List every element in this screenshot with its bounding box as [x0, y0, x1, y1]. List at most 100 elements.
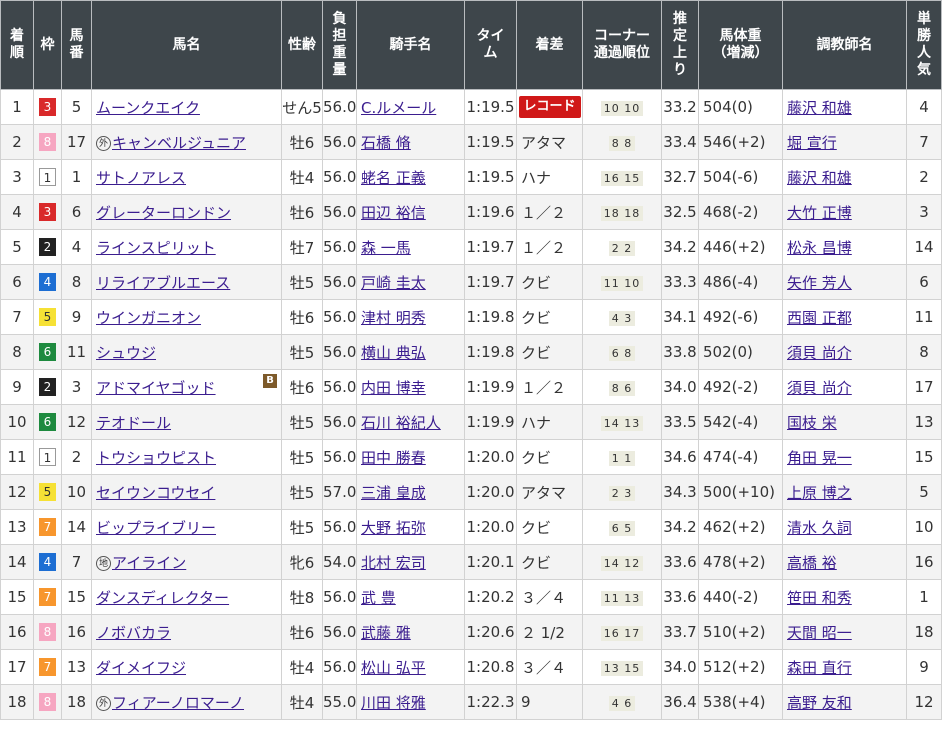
jockey-link[interactable]: 武 豊 — [361, 589, 396, 607]
trainer-link[interactable]: 藤沢 和雄 — [787, 169, 852, 187]
horse-name-link[interactable]: ウインガニオン — [96, 309, 201, 327]
jockey-link[interactable]: 松山 弘平 — [361, 659, 426, 677]
waku-badge: 3 — [39, 203, 56, 222]
corner-cell: 6 8 — [582, 334, 662, 370]
jockey-link[interactable]: 石川 裕紀人 — [361, 414, 441, 432]
margin-cell: アタマ — [516, 474, 583, 510]
finish-position: 5 — [0, 229, 34, 265]
waku-badge: 3 — [39, 98, 56, 117]
waku-badge: 7 — [39, 518, 56, 537]
horse-number: 9 — [61, 299, 92, 335]
weight-carried-text: 56.0 — [323, 588, 357, 606]
jockey-link[interactable]: 津村 明秀 — [361, 309, 426, 327]
horse-name-link[interactable]: アイライン — [112, 554, 186, 572]
trainer-cell: 天間 昭一 — [782, 614, 907, 650]
horse-name-link[interactable]: トウショウピスト — [96, 449, 216, 467]
trainer-link[interactable]: 松永 昌博 — [787, 239, 852, 257]
jockey-link[interactable]: 北村 宏司 — [361, 554, 426, 572]
jockey-link[interactable]: 田中 勝春 — [361, 449, 426, 467]
jockey-link[interactable]: 川田 将雅 — [361, 694, 426, 712]
horse-name-cell: グレーターロンドン — [91, 194, 282, 230]
trainer-link[interactable]: 笹田 和秀 — [787, 589, 852, 607]
jockey-link[interactable]: C.ルメール — [361, 99, 436, 117]
horse-name-link[interactable]: グレーターロンドン — [96, 204, 231, 222]
trainer-link[interactable]: 角田 晃一 — [787, 449, 852, 467]
horse-number: 8 — [61, 264, 92, 300]
body-weight-text: 504(-6) — [703, 168, 759, 186]
horse-name-link[interactable]: ダイメイフジ — [96, 659, 186, 677]
popularity-text: 8 — [919, 343, 929, 361]
horse-number: 11 — [61, 334, 92, 370]
body-weight-text: 546(+2) — [703, 133, 766, 151]
horse-name-link[interactable]: ビップライブリー — [96, 519, 216, 537]
jockey-link[interactable]: 横山 典弘 — [361, 344, 426, 362]
corner-cell: 1 1 — [582, 439, 662, 475]
table-row: 15 7 15 ダンスディレクター 牡8 56.0 武 豊 1:20.2 ３／４ 11 13 33.… — [0, 579, 942, 615]
jockey-cell: 三浦 皇成 — [356, 474, 465, 510]
trainer-link[interactable]: 矢作 芳人 — [787, 274, 852, 292]
waku-badge: 8 — [39, 623, 56, 642]
last-3f: 33.4 — [661, 124, 699, 160]
horse-name-link[interactable]: ダンスディレクター — [96, 589, 229, 607]
trainer-link[interactable]: 森田 直行 — [787, 659, 852, 677]
jockey-link[interactable]: 石橋 脩 — [361, 134, 411, 152]
horse-name-link[interactable]: リライアブルエース — [96, 274, 230, 292]
horse-name-link[interactable]: ノボバカラ — [96, 624, 171, 642]
horse-name-link[interactable]: シュウジ — [96, 344, 156, 362]
weight-carried: 56.0 — [322, 89, 357, 125]
popularity: 5 — [906, 474, 942, 510]
horse-name-link[interactable]: フィアーノロマーノ — [112, 694, 244, 712]
trainer-link[interactable]: 国枝 栄 — [787, 414, 837, 432]
finish-position: 12 — [0, 474, 34, 510]
trainer-link[interactable]: 高橋 裕 — [787, 554, 837, 572]
trainer-link[interactable]: 西園 正都 — [787, 309, 852, 327]
trainer-link[interactable]: 清水 久詞 — [787, 519, 852, 537]
margin-text: クビ — [521, 448, 552, 467]
margin-text: １／２ — [521, 378, 567, 397]
horse-number: 17 — [61, 124, 92, 160]
horse-name-link[interactable]: ムーンクエイク — [96, 99, 200, 117]
trainer-link[interactable]: 須貝 尚介 — [787, 379, 852, 397]
trainer-link[interactable]: 大竹 正博 — [787, 204, 852, 222]
body-weight-text: 538(+4) — [703, 693, 766, 711]
trainer-link[interactable]: 堀 宣行 — [787, 134, 837, 152]
race-time: 1:19.5 — [464, 159, 517, 195]
jockey-link[interactable]: 森 一馬 — [361, 239, 411, 257]
jockey-link[interactable]: 三浦 皇成 — [361, 484, 426, 502]
column-header-text: 推 — [673, 11, 687, 27]
horse-name-link[interactable]: サトノアレス — [96, 169, 186, 187]
weight-carried-text: 56.0 — [323, 98, 357, 116]
margin-cell: クビ — [516, 334, 583, 370]
popularity: 7 — [906, 124, 942, 160]
trainer-link[interactable]: 須貝 尚介 — [787, 344, 852, 362]
weight-carried: 56.0 — [322, 369, 357, 405]
horse-name-link[interactable]: ラインスピリット — [96, 239, 216, 257]
horse-name-link[interactable]: テオドール — [96, 414, 171, 432]
trainer-link[interactable]: 高野 友和 — [787, 694, 852, 712]
finish-position: 1 — [0, 89, 34, 125]
trainer-link[interactable]: 藤沢 和雄 — [787, 99, 852, 117]
finish-position: 13 — [0, 509, 34, 545]
column-header-text: （増減） — [712, 45, 769, 61]
margin-text: クビ — [521, 273, 552, 292]
jockey-cell: 石川 裕紀人 — [356, 404, 465, 440]
horse-name-link[interactable]: キャンベルジュニア — [112, 134, 246, 152]
jockey-link[interactable]: 田辺 裕信 — [361, 204, 426, 222]
jockey-link[interactable]: 武藤 雅 — [361, 624, 411, 642]
horse-name-link[interactable]: セイウンコウセイ — [96, 484, 215, 502]
trainer-link[interactable]: 上原 博之 — [787, 484, 852, 502]
column-header-text: 馬体重 — [719, 28, 762, 44]
finish-position-text: 13 — [7, 518, 27, 536]
jockey-link[interactable]: 蛯名 正義 — [361, 169, 426, 187]
last-3f: 32.5 — [661, 194, 699, 230]
jockey-link[interactable]: 戸崎 圭太 — [361, 274, 426, 292]
sex-age-text: 牡6 — [289, 378, 315, 397]
margin-cell: １／２ — [516, 194, 583, 230]
jockey-link[interactable]: 大野 拓弥 — [361, 519, 426, 537]
jockey-link[interactable]: 内田 博幸 — [361, 379, 426, 397]
margin-text: １／２ — [521, 238, 567, 257]
corner-cell: 8 6 — [582, 369, 662, 405]
trainer-link[interactable]: 天間 昭一 — [787, 624, 852, 642]
race-time: 1:19.6 — [464, 194, 517, 230]
horse-name-link[interactable]: アドマイヤゴッド — [96, 379, 216, 397]
